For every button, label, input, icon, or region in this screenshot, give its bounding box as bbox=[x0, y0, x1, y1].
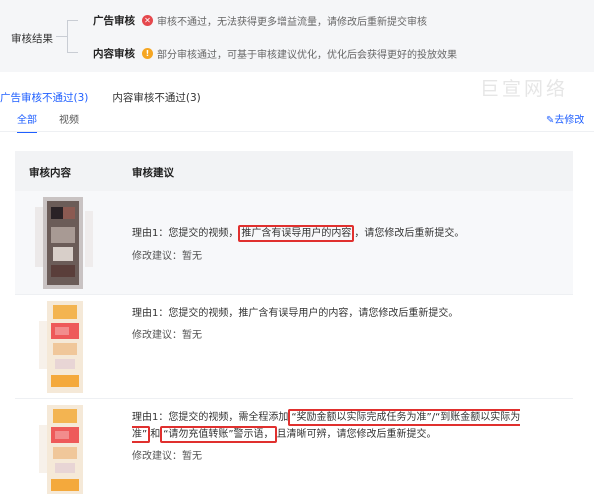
media-filter-tabs: 全部 视频 bbox=[17, 111, 101, 133]
review-reason: 理由1：您提交的视频，推广含有误导用户的内容，请您修改后重新提交。 bbox=[132, 225, 464, 242]
review-suggestion: 修改建议：暂无 bbox=[132, 251, 202, 262]
tab-content-review-failed[interactable]: 内容审核不通过(3) bbox=[112, 90, 200, 110]
video-thumbnail[interactable] bbox=[33, 405, 95, 494]
error-circle-icon: ✕ bbox=[142, 15, 153, 26]
reason-text-suffix: 且清晰可辨，请您修改后重新提交。 bbox=[276, 429, 437, 440]
content-review-row: 内容审核 ! 部分审核通过，可基于审核建议优化，优化后会获得更好的投放效果 bbox=[93, 46, 457, 61]
divider bbox=[0, 131, 594, 132]
ad-review-row: 广告审核 ✕ 审核不通过，无法获得更多增益流量，请修改后重新提交审核 bbox=[93, 13, 427, 28]
review-suggestion: 修改建议：暂无 bbox=[132, 330, 202, 341]
reason-highlight: 推广含有误导用户的内容 bbox=[238, 225, 355, 242]
content-review-desc: 部分审核通过，可基于审核建议优化，优化后会获得更好的投放效果 bbox=[157, 50, 457, 61]
reason-text-mid: 和 bbox=[150, 429, 161, 440]
review-table: 审核内容 审核建议 理由1：您提交的视频， 推广含有误导用户的内容 ，请您修改后重新… bbox=[15, 151, 573, 494]
reason-highlight-2: “请勿充值转账”警示语， bbox=[160, 426, 277, 443]
subtab-video[interactable]: 视频 bbox=[59, 111, 79, 133]
header-review-content: 审核内容 bbox=[29, 167, 71, 179]
review-summary: 审核结果 广告审核 ✕ 审核不通过，无法获得更多增益流量，请修改后重新提交审核 … bbox=[0, 0, 594, 72]
ad-review-label: 广告审核 bbox=[93, 15, 135, 27]
content-review-label: 内容审核 bbox=[93, 48, 135, 60]
header-review-suggestion: 审核建议 bbox=[132, 167, 174, 179]
table-row: 理由1：您提交的视频，推广含有误导用户的内容，请您修改后重新提交。 修改建议：暂… bbox=[15, 191, 573, 295]
summary-bracket bbox=[56, 20, 78, 53]
table-header: 审核内容 审核建议 bbox=[15, 151, 573, 191]
go-modify-link[interactable]: ✎去修改 bbox=[546, 111, 584, 126]
summary-label: 审核结果 bbox=[11, 33, 53, 45]
review-tabs: 广告审核不通过(3) 内容审核不通过(3) bbox=[0, 90, 225, 110]
review-suggestion: 修改建议：暂无 bbox=[132, 451, 202, 462]
watermark: 巨宣网络 bbox=[480, 78, 569, 100]
table-row: 理由1：您提交的视频，需全程添加 “奖励金额以实际完成任务为准”/“到账金额以实际… bbox=[15, 399, 573, 494]
table-row: 理由1：您提交的视频，推广含有误导用户的内容，请您修改后重新提交。 修改建议：暂… bbox=[15, 295, 573, 399]
tab-ad-review-failed[interactable]: 广告审核不通过(3) bbox=[0, 90, 88, 110]
subtab-all[interactable]: 全部 bbox=[17, 111, 37, 133]
go-modify-label: 去修改 bbox=[554, 115, 585, 126]
reason-text-suffix: ，请您修改后重新提交。 bbox=[354, 228, 465, 239]
video-thumbnail[interactable] bbox=[33, 197, 95, 289]
reason-text: 理由1：您提交的视频，需全程添加 bbox=[132, 412, 289, 423]
review-reason: 理由1：您提交的视频，推广含有误导用户的内容，请您修改后重新提交。 bbox=[132, 308, 459, 319]
video-thumbnail[interactable] bbox=[33, 301, 95, 393]
review-reason: 理由1：您提交的视频，需全程添加 “奖励金额以实际完成任务为准”/“到账金额以实际… bbox=[132, 409, 562, 443]
reason-text: 理由1：您提交的视频， bbox=[132, 228, 239, 239]
warning-circle-icon: ! bbox=[142, 48, 153, 59]
ad-review-desc: 审核不通过，无法获得更多增益流量，请修改后重新提交审核 bbox=[157, 17, 427, 28]
